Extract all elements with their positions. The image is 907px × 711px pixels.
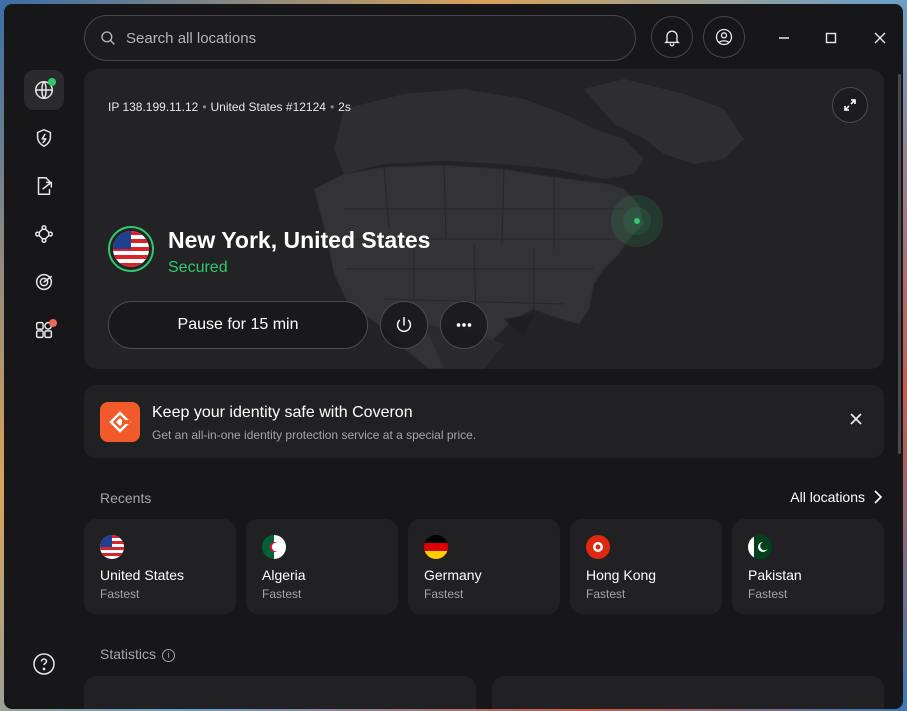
recent-location-card[interactable]: Germany Fastest <box>408 519 560 614</box>
coveron-icon <box>109 411 131 433</box>
pause-button[interactable]: Pause for 15 min <box>108 301 368 349</box>
info-icon[interactable]: i <box>162 648 176 662</box>
file-export-icon <box>37 177 53 195</box>
expand-icon <box>844 99 856 111</box>
recent-location-name: Germany <box>424 567 482 583</box>
mesh-icon <box>35 225 53 243</box>
sidebar-item-apps[interactable] <box>24 310 64 350</box>
statistics-header: Statistics i <box>100 646 176 662</box>
minimize-button[interactable] <box>772 26 796 50</box>
promo-close-button[interactable] <box>844 407 868 431</box>
maximize-button[interactable] <box>819 26 843 50</box>
pk-flag-icon <box>748 535 772 559</box>
recent-location-card[interactable]: United States Fastest <box>84 519 236 614</box>
expand-map-button[interactable] <box>832 87 868 123</box>
connection-duration: 2s <box>338 100 351 114</box>
ip-address: IP 138.199.11.12 <box>108 100 199 114</box>
sidebar-item-dark-web-monitor[interactable] <box>24 262 64 302</box>
statistics-card[interactable] <box>84 676 476 709</box>
target-icon <box>35 273 53 291</box>
recent-location-name: Hong Kong <box>586 567 657 583</box>
chevron-right-icon <box>874 490 883 504</box>
close-window-button[interactable] <box>868 26 892 50</box>
maximize-icon <box>825 32 837 44</box>
sidebar-item-globe[interactable] <box>24 70 64 110</box>
location-marker <box>634 218 640 224</box>
recent-location-name: United States <box>100 567 185 583</box>
bell-icon <box>664 30 680 47</box>
recent-location-sub: Fastest <box>262 587 302 601</box>
sidebar <box>4 4 84 709</box>
connected-location: New York, United States <box>168 227 431 253</box>
de-flag-icon <box>424 535 448 559</box>
sidebar-item-threat-protection[interactable] <box>24 118 64 158</box>
connection-status: Secured <box>168 259 228 276</box>
help-button[interactable] <box>32 652 56 676</box>
notifications-button[interactable] <box>651 16 693 58</box>
statistics-card[interactable] <box>492 676 884 709</box>
recent-location-name: Algeria <box>262 567 306 583</box>
sidebar-item-meshnet[interactable] <box>24 214 64 254</box>
connected-badge <box>48 78 56 86</box>
dz-flag-icon <box>262 535 286 559</box>
more-icon <box>456 323 472 327</box>
promo-title: Keep your identity safe with Coveron <box>152 404 413 421</box>
power-icon <box>396 316 412 332</box>
close-icon <box>850 413 862 425</box>
recent-location-sub: Fastest <box>100 587 140 601</box>
us-flag-icon <box>100 535 124 559</box>
user-icon <box>715 28 733 46</box>
recent-location-name: Pakistan <box>748 567 802 583</box>
connection-info: IP 138.199.11.12 • United States #12124 • 2s <box>108 100 351 114</box>
promo-banner[interactable]: Keep your identity safe with Coveron Get… <box>84 385 884 458</box>
all-locations-link[interactable]: All locations <box>790 489 883 505</box>
country-flag-us <box>108 226 154 272</box>
recents-label: Recents <box>100 490 152 506</box>
apps-badge <box>49 319 57 327</box>
recent-location-card[interactable]: Algeria Fastest <box>246 519 398 614</box>
promo-subtitle: Get an all-in-one identity protection se… <box>152 428 477 442</box>
hk-flag-icon <box>586 535 610 559</box>
account-button[interactable] <box>703 16 745 58</box>
more-options-button[interactable] <box>440 301 488 349</box>
close-icon <box>874 32 886 44</box>
search-icon <box>101 31 115 45</box>
all-locations-label: All locations <box>790 489 865 505</box>
server-name: United States #12124 <box>210 100 326 114</box>
recent-location-card[interactable]: Pakistan Fastest <box>732 519 884 614</box>
recent-location-card[interactable]: Hong Kong Fastest <box>570 519 722 614</box>
shield-bolt-icon <box>36 129 52 147</box>
recent-location-sub: Fastest <box>586 587 626 601</box>
help-icon <box>33 653 55 675</box>
connection-card: IP 138.199.11.12 • United States #12124 • 2s… <box>84 69 884 369</box>
sidebar-item-file-share[interactable] <box>24 166 64 206</box>
coveron-logo <box>100 402 140 442</box>
search-bar[interactable] <box>84 15 636 61</box>
disconnect-button[interactable] <box>380 301 428 349</box>
recent-location-sub: Fastest <box>424 587 464 601</box>
search-input[interactable] <box>126 29 606 47</box>
minimize-icon <box>779 37 789 39</box>
scrollbar[interactable] <box>898 74 901 454</box>
recent-location-sub: Fastest <box>748 587 788 601</box>
us-flag-icon <box>113 231 149 267</box>
statistics-label: Statistics <box>100 646 157 662</box>
app-window: IP 138.199.11.12•United States #12124•2s… <box>4 4 903 709</box>
